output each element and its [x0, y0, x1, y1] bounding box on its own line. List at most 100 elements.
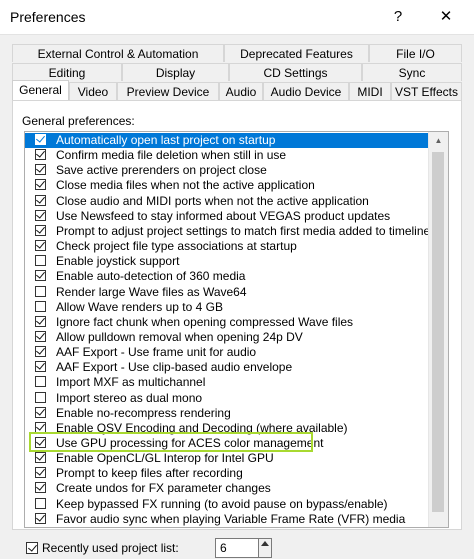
tab-cd-settings[interactable]: CD Settings [229, 63, 362, 81]
list-item[interactable]: Allow pulldown removal when opening 24p … [25, 330, 429, 345]
general-preferences-list[interactable]: Automatically open last project on start… [24, 131, 449, 528]
item-checkbox[interactable] [35, 376, 46, 388]
item-label: Favor audio sync when playing Variable F… [56, 511, 406, 526]
item-checkbox[interactable] [35, 345, 46, 358]
list-item[interactable]: Close media files when not the active ap… [25, 178, 429, 193]
list-item[interactable]: Create undos for FX parameter changes [25, 481, 429, 496]
item-checkbox[interactable] [35, 406, 46, 418]
recent-projects-row: Recently used project list: 6 [22, 538, 272, 559]
tab-sync[interactable]: Sync [362, 63, 462, 81]
tab-audio-device[interactable]: Audio Device [263, 82, 349, 100]
close-button[interactable]: ✕ [433, 5, 459, 29]
list-item[interactable]: Keep bypassed FX running (to avoid pause… [25, 497, 429, 512]
title-bar: Preferences ? ✕ [0, 0, 474, 35]
item-label: Automatically open last project on start… [56, 133, 276, 147]
item-checkbox[interactable] [35, 330, 46, 342]
item-checkbox[interactable] [35, 163, 46, 176]
list-item[interactable]: Save active prerenders on project close [25, 163, 429, 178]
checkmark-icon [36, 193, 45, 204]
list-item[interactable]: Check project file type associations at … [25, 239, 429, 254]
list-item[interactable]: Use Newsfeed to stay informed about VEGA… [25, 209, 429, 224]
tab-deprecated-features[interactable]: Deprecated Features [224, 44, 369, 62]
checkmark-icon [36, 178, 45, 189]
item-checkbox[interactable] [35, 300, 46, 312]
tab-editing[interactable]: Editing [12, 63, 122, 81]
item-checkbox[interactable] [35, 512, 46, 524]
item-checkbox[interactable] [35, 193, 46, 206]
recent-projects-checkbox[interactable] [26, 542, 38, 554]
list-item[interactable]: AAF Export - Use frame unit for audio [25, 345, 429, 360]
recent-projects-count-input[interactable]: 6 [215, 538, 259, 558]
list-item[interactable]: Confirm media file deletion when still i… [25, 148, 429, 163]
item-checkbox[interactable] [35, 269, 46, 282]
item-checkbox[interactable] [35, 315, 46, 327]
item-label: Enable OpenCL/GL Interop for Intel GPU [56, 451, 274, 466]
scroll-thumb[interactable] [432, 152, 444, 512]
help-button[interactable]: ? [385, 5, 411, 29]
tab-display[interactable]: Display [122, 63, 229, 81]
item-checkbox[interactable] [35, 466, 46, 479]
item-checkbox[interactable] [35, 497, 46, 509]
list-item[interactable]: Import MXF as multichannel [25, 375, 429, 390]
recent-projects-spinner[interactable] [259, 538, 272, 558]
tab-row-3: General Video Preview Device Audio Audio… [12, 80, 462, 101]
item-label: Enable auto-detection of 360 media [56, 269, 246, 284]
item-checkbox[interactable] [35, 148, 46, 161]
list-item[interactable]: Prompt to keep files after recording [25, 466, 429, 481]
item-label: Confirm media file deletion when still i… [56, 148, 287, 163]
item-checkbox[interactable] [35, 224, 46, 236]
tab-video[interactable]: Video [69, 82, 117, 100]
item-label: Enable no-recompress rendering [56, 405, 231, 420]
list-item[interactable]: Enable no-recompress rendering [25, 406, 429, 421]
item-checkbox[interactable] [35, 391, 46, 403]
checkmark-icon [36, 360, 45, 370]
tab-preview-device[interactable]: Preview Device [117, 82, 219, 100]
item-label: Automatically ... [56, 527, 141, 528]
item-checkbox[interactable] [35, 481, 46, 494]
item-label: Allow pulldown removal when opening 24p … [56, 329, 303, 344]
item-label: Save active prerenders on project close [56, 163, 267, 178]
item-checkbox[interactable] [35, 451, 46, 464]
tab-vst-effects[interactable]: VST Effects [391, 82, 462, 100]
list-item[interactable]: Favor audio sync when playing Variable F… [25, 512, 429, 527]
checkmark-icon [36, 451, 45, 461]
list-item[interactable]: Enable joystick support [25, 254, 429, 269]
tab-external-control-automation[interactable]: External Control & Automation [12, 44, 224, 62]
tab-general[interactable]: General [12, 80, 69, 100]
checkmark-icon [36, 466, 45, 476]
list-item[interactable]: Enable OpenCL/GL Interop for Intel GPU [25, 451, 429, 466]
list-item[interactable]: AAF Export - Use clip-based audio envelo… [25, 360, 429, 375]
checkmark-icon [36, 224, 45, 234]
list-item[interactable]: Render large Wave files as Wave64 [25, 285, 429, 300]
list-item[interactable]: Import stereo as dual mono [25, 391, 429, 406]
list-item[interactable]: Automatically open last project on start… [25, 133, 429, 148]
item-checkbox[interactable] [35, 133, 46, 145]
tab-file-io[interactable]: File I/O [369, 44, 462, 62]
item-checkbox[interactable] [35, 178, 46, 191]
item-checkbox[interactable] [35, 239, 46, 252]
tab-row-1: External Control & Automation Deprecated… [12, 44, 462, 63]
tab-midi[interactable]: MIDI [349, 82, 391, 100]
recent-projects-label: Recently used project list: [42, 541, 179, 555]
list-item[interactable]: Ignore fact chunk when opening compresse… [25, 315, 429, 330]
checkmark-icon [36, 345, 45, 355]
checkmark-icon [28, 542, 37, 552]
checkmark-icon [36, 209, 45, 219]
list-item[interactable]: Allow Wave renders up to 4 GB [25, 300, 429, 315]
list-scrollbar[interactable]: ▲ [428, 132, 448, 527]
item-checkbox[interactable] [35, 360, 46, 373]
item-checkbox[interactable] [35, 285, 46, 297]
list-item[interactable]: Automatically ... [25, 527, 429, 528]
list-item[interactable]: Enable auto-detection of 360 media [25, 269, 429, 284]
item-checkbox[interactable] [35, 255, 46, 267]
item-checkbox[interactable] [35, 209, 46, 221]
item-label: Allow Wave renders up to 4 GB [56, 299, 223, 314]
list-item[interactable]: Close audio and MIDI ports when not the … [25, 194, 429, 209]
list-item[interactable]: Prompt to adjust project settings to mat… [25, 224, 430, 239]
spin-up-icon[interactable] [261, 541, 269, 546]
item-label: Prompt to keep files after recording [56, 466, 243, 481]
item-label: AAF Export - Use frame unit for audio [56, 345, 257, 360]
scroll-up-icon[interactable]: ▲ [429, 132, 448, 149]
item-label: Check project file type associations at … [56, 239, 297, 254]
tab-audio[interactable]: Audio [219, 82, 263, 100]
